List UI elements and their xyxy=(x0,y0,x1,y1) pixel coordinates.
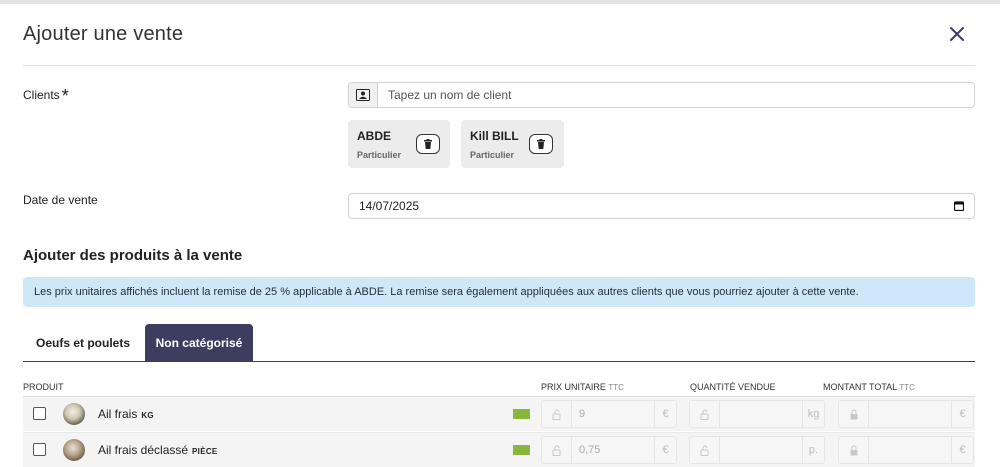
ttc-label: TTC xyxy=(899,383,915,392)
product-name-text: Ail frais xyxy=(98,407,138,421)
product-thumbnail xyxy=(63,439,85,461)
remove-client-button[interactable] xyxy=(529,134,553,154)
product-unit: KG xyxy=(141,411,154,420)
unlock-icon[interactable] xyxy=(690,437,720,463)
client-name: Kill BILL xyxy=(470,129,519,143)
quantity-input[interactable] xyxy=(720,437,802,463)
trash-icon xyxy=(424,139,432,149)
col-unit-price-header: PRIX UNITAIRE TTC xyxy=(541,382,624,392)
quantity-input[interactable] xyxy=(720,401,802,427)
organic-label-icon xyxy=(513,445,530,455)
unit-price-input[interactable]: 0,75 xyxy=(572,437,654,463)
clients-label-text: Clients xyxy=(23,88,60,102)
client-type: Particulier xyxy=(357,150,402,160)
unlock-icon[interactable] xyxy=(542,437,572,463)
col-product-header: PRODUIT xyxy=(23,382,64,392)
row-checkbox[interactable] xyxy=(33,407,46,420)
clients-label: Clients * xyxy=(23,86,69,107)
sale-date-label: Date de vente xyxy=(23,193,98,207)
products-section-title: Ajouter des produits à la vente xyxy=(23,247,243,264)
client-search-input[interactable] xyxy=(378,83,974,107)
total-field: € xyxy=(838,400,974,428)
client-name: ABDE xyxy=(357,129,392,143)
top-strip xyxy=(0,0,1000,4)
unit-price-field: 0,75 € xyxy=(541,436,677,464)
currency-suffix: € xyxy=(654,401,676,427)
quantity-field: kg xyxy=(689,400,825,428)
product-thumbnail xyxy=(63,403,85,425)
product-name: Ail frais KG xyxy=(98,407,154,421)
quantity-unit-suffix: kg xyxy=(802,401,824,427)
col-quantity-header: QUANTITÉ VENDUE xyxy=(690,382,776,392)
discount-info-alert: Les prix unitaires affichés incluent la … xyxy=(23,277,975,307)
quantity-unit-suffix: p. xyxy=(802,437,824,463)
currency-suffix: € xyxy=(951,401,973,427)
trash-icon xyxy=(537,139,545,149)
contact-card-icon xyxy=(349,83,378,107)
currency-suffix: € xyxy=(654,437,676,463)
table-row: Ail frais KG 9 € kg € xyxy=(23,397,975,431)
total-input[interactable] xyxy=(869,401,951,427)
currency-suffix: € xyxy=(951,437,973,463)
col-total-header: MONTANT TOTAL TTC xyxy=(823,382,915,392)
table-row: Ail frais déclassé PIÈCE 0,75 € p. € xyxy=(23,433,975,467)
product-unit: PIÈCE xyxy=(192,447,218,456)
total-input[interactable] xyxy=(869,437,951,463)
col-unit-price-text: PRIX UNITAIRE xyxy=(541,382,606,392)
tab-oeufs-et-poulets[interactable]: Oeufs et poulets xyxy=(23,324,143,362)
lock-icon[interactable] xyxy=(839,401,869,427)
unit-price-field: 9 € xyxy=(541,400,677,428)
quantity-field: p. xyxy=(689,436,825,464)
remove-client-button[interactable] xyxy=(416,134,440,154)
required-mark: * xyxy=(61,86,69,106)
sale-date-input[interactable]: 14/07/2025 xyxy=(348,193,975,219)
unlock-icon[interactable] xyxy=(542,401,572,427)
lock-icon[interactable] xyxy=(839,437,869,463)
product-name: Ail frais déclassé PIÈCE xyxy=(98,443,218,457)
modal-title: Ajouter une vente xyxy=(23,23,184,45)
unit-price-input[interactable]: 9 xyxy=(572,401,654,427)
client-search xyxy=(348,82,975,108)
close-icon[interactable] xyxy=(946,23,968,45)
col-total-text: MONTANT TOTAL xyxy=(823,382,897,392)
ttc-label: TTC xyxy=(608,383,624,392)
sale-date-value: 14/07/2025 xyxy=(359,199,420,213)
category-tabs: Oeufs et poulets Non catégorisé xyxy=(23,324,975,362)
unlock-icon[interactable] xyxy=(690,401,720,427)
title-divider xyxy=(23,65,975,66)
tab-non-categorise[interactable]: Non catégorisé xyxy=(145,324,253,362)
total-field: € xyxy=(838,436,974,464)
product-name-text: Ail frais déclassé xyxy=(98,443,189,457)
calendar-icon[interactable] xyxy=(954,201,964,211)
client-chip: ABDE Particulier xyxy=(348,120,450,168)
organic-label-icon xyxy=(513,409,530,419)
client-chip: Kill BILL Particulier xyxy=(461,120,564,168)
row-checkbox[interactable] xyxy=(33,443,46,456)
client-type: Particulier xyxy=(470,150,515,160)
